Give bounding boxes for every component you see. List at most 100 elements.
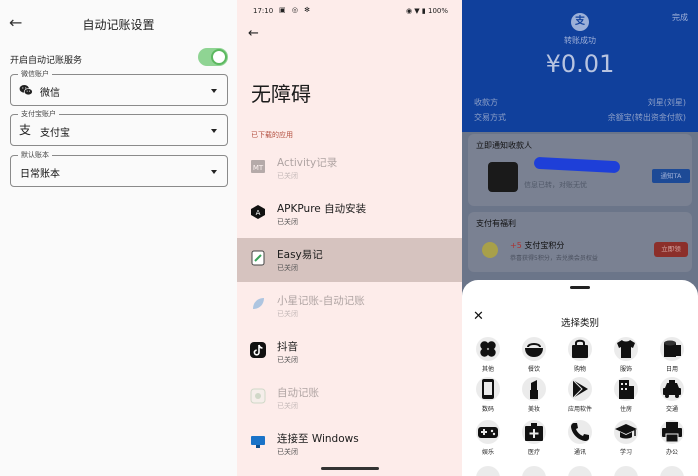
category-label: 服饰 bbox=[619, 366, 632, 373]
default-ledger-label: 默认账本 bbox=[18, 150, 52, 160]
signal-icon: ◉ ▼ ▮ bbox=[405, 7, 426, 15]
category-beauty[interactable]: 美妆 bbox=[514, 377, 554, 421]
alipay-icon: 支 bbox=[19, 123, 32, 137]
notify-title: 立即通知收款人 bbox=[476, 141, 532, 150]
category-telecom[interactable]: 通讯 bbox=[560, 420, 600, 464]
category-label: 办公 bbox=[665, 449, 678, 456]
play-store-icon bbox=[572, 379, 588, 399]
app-status: 已关闭 bbox=[277, 218, 298, 226]
category-office[interactable]: 办公 bbox=[652, 420, 692, 464]
category-label: 购物 bbox=[573, 366, 586, 373]
category-medical[interactable]: 医疗 bbox=[514, 420, 554, 464]
category-label: 其他 bbox=[481, 366, 494, 373]
category-clothing[interactable]: 服饰 bbox=[606, 337, 646, 381]
wechat-account-value: 微信 bbox=[40, 88, 60, 99]
leaf-icon bbox=[253, 298, 264, 309]
app-status: 已关闭 bbox=[277, 172, 298, 180]
clover-icon bbox=[480, 341, 496, 357]
easy-record-icon bbox=[251, 250, 265, 266]
payee-label: 收款方 bbox=[474, 98, 498, 107]
category-apps[interactable]: 应用软件 bbox=[560, 377, 600, 421]
category-digital[interactable]: 数码 bbox=[468, 377, 508, 421]
section-header: 已下载的应用 bbox=[251, 131, 293, 139]
category-housing[interactable]: 住房 bbox=[606, 377, 646, 421]
app-name: 抖音 bbox=[277, 341, 298, 353]
auto-accounting-toggle[interactable] bbox=[198, 48, 228, 66]
tiktok-icon bbox=[250, 342, 266, 358]
payee-row: 收款方 刘星(刘星) bbox=[474, 97, 686, 108]
category-study[interactable]: 学习 bbox=[606, 420, 646, 464]
points-description: 恭喜获得5积分，去兑换会员权益 bbox=[510, 255, 598, 262]
sheet-drag-handle[interactable] bbox=[570, 286, 590, 289]
activity-log-icon: MT bbox=[251, 160, 265, 173]
app-name: Easy易记 bbox=[277, 249, 323, 261]
category-label: 应用软件 bbox=[567, 406, 592, 413]
category-label: 住房 bbox=[619, 406, 632, 413]
app-name: 小星记账-自动记账 bbox=[277, 295, 365, 307]
taxi-icon bbox=[663, 380, 681, 398]
wechat-account-select[interactable]: 微信账户 微信 bbox=[10, 69, 228, 106]
claim-button[interactable]: 立即领 bbox=[654, 242, 688, 257]
gesture-navigation-bar[interactable] bbox=[321, 467, 379, 470]
transfer-status: 转账成功 bbox=[564, 36, 596, 45]
category-label: 娱乐 bbox=[481, 449, 494, 456]
gamepad-icon bbox=[478, 427, 498, 438]
category-entertainment[interactable]: 娱乐 bbox=[468, 420, 508, 464]
status-time: 17:10 bbox=[253, 7, 274, 15]
status-right: ◉ ▼ ▮ 100% bbox=[406, 7, 448, 15]
app-item-xiaoxing[interactable]: 小星记账-自动记账 已关闭 bbox=[237, 284, 462, 328]
medical-kit-icon bbox=[525, 423, 543, 441]
category-label: 美妆 bbox=[527, 406, 540, 413]
benefit-card: 支付有福利 +5 支付宝积分 恭喜获得5积分，去兑换会员权益 立即领 bbox=[468, 212, 692, 272]
category-label: 数码 bbox=[481, 406, 494, 413]
app-item-activity[interactable]: MT Activity记录 已关闭 bbox=[237, 146, 462, 190]
partial-category-icon bbox=[568, 466, 592, 476]
app-status: 已关闭 bbox=[277, 356, 298, 364]
partial-category-icon bbox=[614, 466, 638, 476]
points-coin-icon bbox=[482, 242, 498, 258]
app-item-apkpure[interactable]: A APKPure 自动安装 已关闭 bbox=[237, 192, 462, 236]
default-ledger-select[interactable]: 默认账本 日常账本 bbox=[10, 150, 228, 187]
transfer-amount: ¥0.01 bbox=[545, 50, 615, 78]
app-name: 自动记账 bbox=[277, 387, 319, 399]
points-label: 支付宝积分 bbox=[524, 241, 565, 250]
app-status: 已关闭 bbox=[277, 448, 298, 456]
category-dining[interactable]: 餐饮 bbox=[514, 337, 554, 381]
printer-icon bbox=[662, 422, 682, 443]
category-shopping[interactable]: 购物 bbox=[560, 337, 600, 381]
category-transport[interactable]: 交通 bbox=[652, 377, 692, 421]
alipay-account-value: 支付宝 bbox=[40, 128, 70, 139]
page-title: 自动记账设置 bbox=[82, 18, 155, 32]
app-item-auto-accounting[interactable]: 自动记账 已关闭 bbox=[237, 376, 462, 420]
back-arrow-icon[interactable]: ← bbox=[248, 26, 259, 41]
dropdown-caret-icon bbox=[211, 89, 217, 93]
toggle-knob bbox=[211, 49, 227, 65]
dropdown-caret-icon bbox=[211, 170, 217, 174]
graduation-cap-icon bbox=[615, 424, 637, 439]
app-item-douyin[interactable]: 抖音 已关闭 bbox=[237, 330, 462, 374]
auto-accounting-settings-screen: ← 自动记账设置 开启自动记账服务 微信账户 微信 支付宝账户 支 支付宝 默认… bbox=[0, 0, 237, 476]
wechat-account-label: 微信账户 bbox=[18, 69, 52, 79]
page-title: 无障碍 bbox=[251, 82, 311, 106]
category-daily[interactable]: 日用 bbox=[652, 337, 692, 381]
partial-category-icon bbox=[522, 466, 546, 476]
points-reward: +5 支付宝积分 bbox=[510, 240, 564, 251]
app-name: APKPure 自动安装 bbox=[277, 203, 367, 215]
app-item-link-to-windows[interactable]: 连接至 Windows 已关闭 bbox=[237, 422, 462, 466]
points-plus: +5 bbox=[510, 241, 522, 250]
notify-button[interactable]: 通知TA bbox=[652, 169, 690, 183]
category-other[interactable]: 其他 bbox=[468, 337, 508, 381]
phone-icon bbox=[482, 379, 494, 399]
app-name: Activity记录 bbox=[277, 157, 338, 169]
alipay-account-select[interactable]: 支付宝账户 支 支付宝 bbox=[10, 109, 228, 146]
app-item-easy-record[interactable]: Easy易记 已关闭 bbox=[237, 238, 462, 282]
category-bottom-sheet: ✕ 选择类别 其他 餐饮 购物 服饰 日用 数码 美妆 应用软件 住房 交通 娱… bbox=[462, 280, 698, 476]
notify-message: 信息已转，对账无忧 bbox=[524, 181, 587, 189]
alipay-logo-icon: 支 bbox=[571, 13, 589, 31]
svg-text:A: A bbox=[256, 209, 261, 217]
done-button[interactable]: 完成 bbox=[672, 12, 688, 23]
toilet-paper-icon bbox=[664, 340, 681, 357]
alipay-account-label: 支付宝账户 bbox=[18, 109, 59, 119]
app-status: 已关闭 bbox=[277, 310, 298, 318]
status-bar: 17:10 ▣ ◎ ✻ ◉ ▼ ▮ 100% bbox=[237, 0, 462, 22]
